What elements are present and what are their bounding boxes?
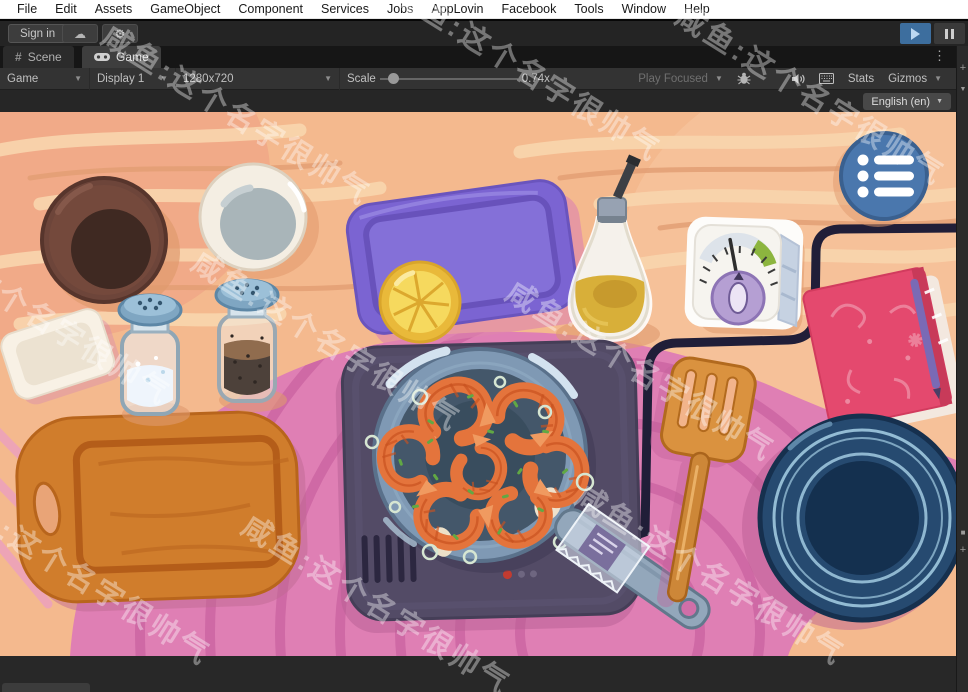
chevron-down-icon: ▼: [936, 98, 943, 105]
salt-shaker[interactable]: [117, 293, 190, 426]
keyboard-grid-icon[interactable]: [812, 68, 841, 90]
chevron-down-icon: ▼: [160, 74, 168, 83]
menu-applovin[interactable]: AppLovin: [422, 2, 492, 16]
menu-services[interactable]: Services: [312, 2, 378, 16]
debug-bug-icon[interactable]: [730, 68, 758, 90]
game-view-toolbar: Game ▼ Display 1 ▼ 1280x720 ▼ Scale 0.74…: [0, 67, 956, 90]
plus-icon[interactable]: +: [957, 544, 968, 556]
chevron-down-icon: ▼: [934, 74, 942, 83]
tab-scene[interactable]: # Scene: [3, 46, 74, 68]
cloud-button[interactable]: ☁: [62, 24, 98, 43]
gizmos-dropdown[interactable]: Gizmos ▼: [881, 68, 956, 90]
menu-facebook[interactable]: Facebook: [492, 2, 565, 16]
cutting-board[interactable]: [15, 410, 310, 614]
chevron-down-icon: ▼: [324, 74, 332, 83]
view-tab-bar: # Scene Game ⋮: [0, 46, 968, 68]
gear-icon: ⚙: [114, 26, 126, 41]
gamepad-icon: [94, 53, 110, 61]
menu-edit[interactable]: Edit: [46, 2, 86, 16]
square-icon[interactable]: ■: [957, 528, 968, 537]
play-icon: [911, 27, 920, 40]
tab-scene-label: Scene: [27, 50, 62, 64]
display-dropdown[interactable]: Display 1 ▼: [90, 67, 176, 90]
side-panel-strip: + ▼ ■ +: [956, 46, 968, 692]
menu-gameobject[interactable]: GameObject: [141, 2, 229, 16]
mute-audio-icon[interactable]: [784, 68, 812, 90]
view-mode-dropdown[interactable]: Game ▼: [0, 67, 90, 90]
pepper-shaker[interactable]: [214, 278, 287, 412]
bottom-bar: [0, 656, 956, 692]
list-icon: [857, 154, 914, 198]
play-button[interactable]: [900, 23, 931, 44]
stats-button[interactable]: Stats: [841, 68, 881, 90]
cloud-icon: ☁: [74, 26, 86, 41]
menu-file[interactable]: File: [8, 2, 46, 16]
tab-game-label: Game: [116, 50, 149, 64]
menu-tools[interactable]: Tools: [565, 2, 612, 16]
menu-bar: File Edit Assets GameObject Component Se…: [0, 0, 968, 19]
scale-value: 0.74x: [521, 72, 550, 85]
chevron-down-icon[interactable]: ▼: [957, 86, 968, 93]
chevron-down-icon: ▼: [714, 74, 723, 83]
cooking-game-scene[interactable]: [0, 112, 956, 656]
console-tab-partial[interactable]: [2, 683, 90, 692]
resolution-dropdown[interactable]: 1280x720 ▼: [176, 67, 340, 90]
menu-assets[interactable]: Assets: [86, 2, 142, 16]
chevron-down-icon: ▼: [74, 74, 82, 83]
menu-jobs[interactable]: Jobs: [378, 2, 422, 16]
main-toolbar: Sign in ☁ ⚙: [0, 21, 968, 46]
services-gear-button[interactable]: ⚙: [102, 24, 138, 43]
sign-in-button[interactable]: Sign in: [8, 24, 68, 43]
scene-grid-icon: #: [15, 50, 22, 64]
language-dropdown[interactable]: English (en) ▼: [863, 93, 951, 110]
scale-slider[interactable]: [379, 68, 518, 90]
kitchen-timer[interactable]: [684, 216, 806, 336]
menu-component[interactable]: Component: [229, 2, 312, 16]
unity-editor-window: File Edit Assets GameObject Component Se…: [0, 0, 968, 692]
menu-help[interactable]: Help: [675, 2, 719, 16]
kebab-menu-icon[interactable]: ⋮: [933, 48, 946, 64]
scale-control: Scale 0.74x: [340, 68, 557, 90]
play-focused-dropdown[interactable]: Play Focused ▼: [631, 68, 730, 90]
slider-knob[interactable]: [387, 72, 399, 84]
pause-button[interactable]: [934, 23, 965, 44]
menu-window[interactable]: Window: [613, 2, 675, 16]
game-viewport[interactable]: English (en) ▼: [0, 90, 956, 656]
plus-icon[interactable]: +: [957, 62, 968, 74]
tab-game[interactable]: Game: [82, 46, 161, 68]
